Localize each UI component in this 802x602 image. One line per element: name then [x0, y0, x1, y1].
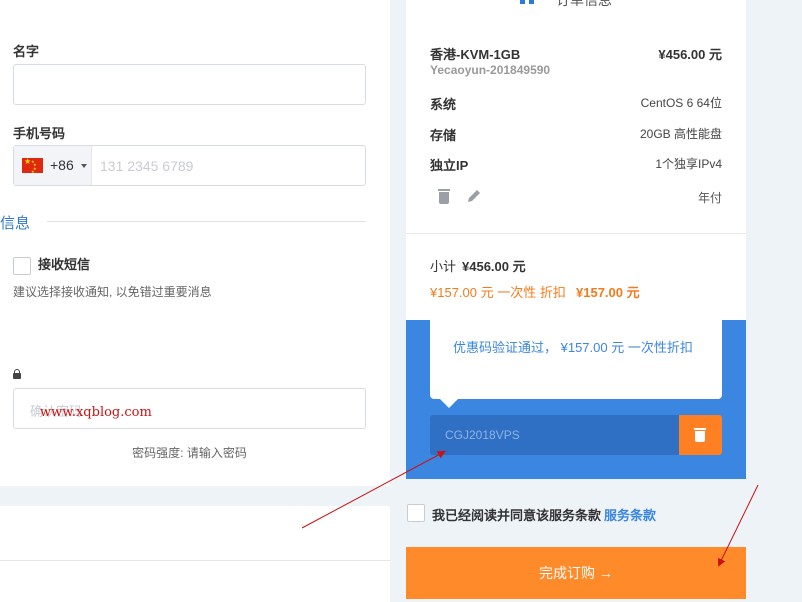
product-hostname: Yecaoyun-201849590 [430, 63, 551, 77]
caret-down-icon [81, 164, 87, 168]
promo-success-message: 优惠码验证通过， ¥157.00 元 一次性折扣 [453, 340, 693, 355]
promo-code-input[interactable]: CGJ2018VPS [430, 415, 680, 455]
discount-line: ¥157.00 元 一次性 折扣 [430, 285, 566, 300]
subtotal-amount: ¥456.00 元 [462, 259, 526, 274]
subtotal-label: 小计 [430, 259, 457, 274]
sms-label: 接收短信 [38, 257, 91, 272]
footer-divider [0, 560, 390, 561]
pencil-icon[interactable] [466, 188, 482, 204]
sms-checkbox[interactable] [13, 257, 31, 275]
summary-header: 订单信息 [556, 0, 612, 8]
section-divider [47, 221, 366, 222]
remove-promo-button[interactable] [679, 415, 722, 455]
summary-divider [406, 233, 746, 234]
phone-field[interactable]: ★ ★ ★ ★ ★ +86 131 2345 6789 [13, 145, 366, 186]
spec-label-storage: 存储 [430, 128, 457, 143]
trash-icon[interactable] [438, 189, 450, 204]
tos-link[interactable]: 服务条款 [604, 505, 656, 524]
tos-text: 我已经阅读并同意该服务条款 [432, 508, 602, 523]
spec-value-storage: 20GB 高性能盘 [639, 127, 722, 141]
product-price: ¥456.00 元 [658, 47, 722, 62]
tos-checkbox[interactable] [407, 504, 425, 522]
phone-label: 手机号码 [13, 126, 66, 141]
spec-value-ip: 1个独享IPv4 [655, 157, 722, 171]
watermark: www.xqblog.com [40, 405, 152, 420]
billing-cycle: 年付 [697, 191, 722, 205]
discount-amount: ¥157.00 元 [576, 285, 640, 300]
password-strength: 密码强度: 请输入密码 [132, 446, 247, 460]
product-name: 香港-KVM-1GB [430, 47, 521, 62]
china-flag-icon: ★ ★ ★ ★ ★ [22, 158, 43, 174]
phone-input[interactable]: 131 2345 6789 [100, 158, 193, 174]
spec-label-ip: 独立IP [430, 158, 469, 173]
spec-label-os: 系统 [430, 97, 457, 112]
trash-icon [694, 428, 706, 430]
lock-icon [13, 369, 21, 379]
promo-code-value: CGJ2018VPS [445, 428, 520, 442]
left-footer-panel [0, 506, 390, 602]
dial-code: +86 [50, 157, 74, 173]
section-title: 信息 [0, 215, 31, 232]
popup-arrow [440, 399, 458, 408]
promo-success-popup [430, 320, 722, 399]
complete-order-button[interactable]: 完成订购 → [406, 547, 746, 599]
country-code-selector[interactable]: ★ ★ ★ ★ ★ +86 [14, 146, 92, 185]
name-label: 名字 [13, 44, 40, 59]
sms-help-text: 建议选择接收通知, 以免错过重要消息 [13, 285, 212, 299]
spec-value-os: CentOS 6 64位 [640, 96, 722, 110]
cart-icon [520, 0, 542, 4]
name-input[interactable] [13, 64, 366, 105]
